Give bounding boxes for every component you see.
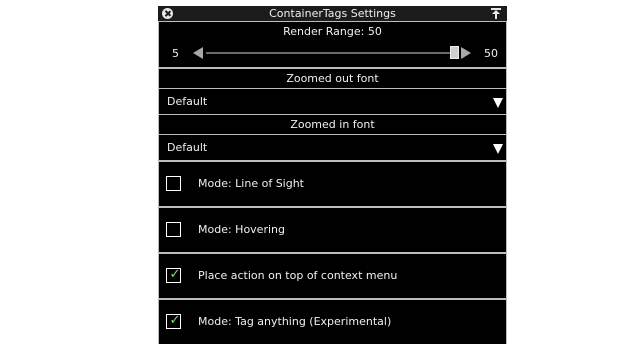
checkmark-icon: ✓ [169,313,181,328]
option-label: Mode: Hovering [198,223,285,236]
triangle-down-icon[interactable] [493,144,503,154]
option-label: Mode: Line of Sight [198,177,304,190]
hovering-checkbox[interactable] [166,222,181,237]
zoomed-out-font-value: Default [167,95,208,108]
option-row-context-menu-top[interactable]: ✓ Place action on top of context menu [159,254,506,298]
zoomed-in-font-label: Zoomed in font [290,118,375,131]
option-label: Mode: Tag anything (Experimental) [198,315,392,328]
zoomed-in-font-value: Default [167,141,208,154]
tag-anything-checkbox[interactable]: ✓ [166,314,181,329]
render-range-slider-track[interactable] [206,52,456,54]
context-menu-top-checkbox[interactable]: ✓ [166,268,181,283]
line-of-sight-checkbox[interactable] [166,176,181,191]
render-range-slider-handle[interactable] [450,46,459,59]
slider-decrease-arrow-icon[interactable] [193,47,203,59]
settings-window: ContainerTags Settings Render Range: 50 … [158,6,507,344]
zoomed-in-font-header: Zoomed in font [159,115,506,134]
title-bar[interactable]: ContainerTags Settings [158,6,507,21]
zoomed-out-font-dropdown[interactable]: Default [159,89,506,114]
checkmark-icon [168,222,182,236]
option-label: Place action on top of context menu [198,269,398,282]
render-range-label: Render Range: 50 [283,25,382,38]
render-range-section: Render Range: 50 5 50 [159,22,506,67]
zoomed-out-font-label: Zoomed out font [286,72,379,85]
option-row-hovering[interactable]: Mode: Hovering [159,208,506,252]
triangle-down-icon[interactable] [493,98,503,108]
checkmark-icon: ✓ [169,267,181,282]
checkmark-icon [168,176,182,190]
slider-max-label: 50 [484,47,498,60]
zoomed-in-font-dropdown[interactable]: Default [159,135,506,160]
option-row-line-of-sight[interactable]: Mode: Line of Sight [159,162,506,206]
window-title: ContainerTags Settings [269,7,396,20]
slider-min-label: 5 [172,47,179,60]
option-row-tag-anything[interactable]: ✓ Mode: Tag anything (Experimental) [159,300,506,344]
zoomed-out-font-header: Zoomed out font [159,69,506,88]
slider-increase-arrow-icon[interactable] [461,47,471,59]
pin-icon[interactable] [491,8,501,19]
